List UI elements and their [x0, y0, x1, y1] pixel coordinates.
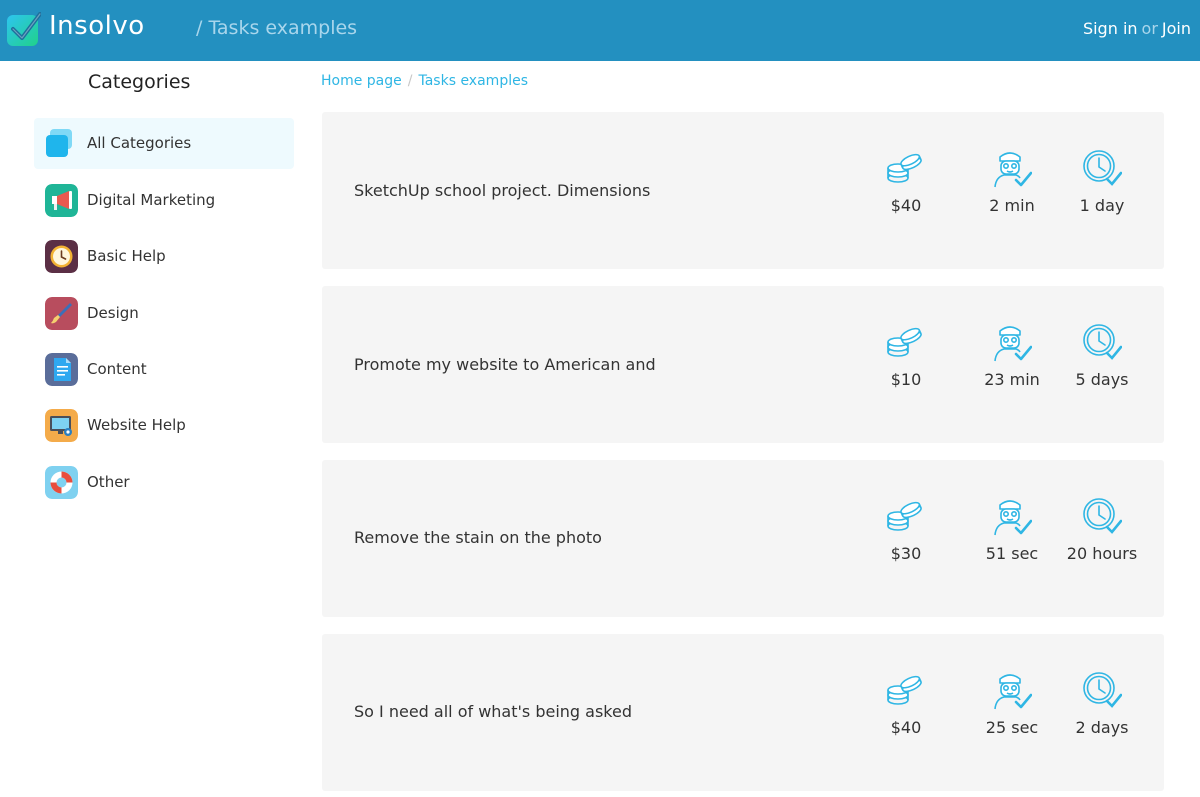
paintbrush-icon	[45, 297, 78, 330]
brand-name[interactable]: Insolvo	[49, 11, 145, 41]
freelancer-check-icon	[994, 152, 1032, 188]
document-icon	[45, 353, 78, 386]
task-price: $10	[856, 323, 956, 389]
sidebar-item-label: Design	[87, 304, 139, 322]
breadcrumb-separator: /	[407, 73, 413, 89]
sidebar-item-digital-marketing[interactable]: Digital Marketing	[34, 175, 294, 226]
coins-icon	[887, 153, 922, 183]
monitor-icon	[45, 409, 78, 442]
task-duration-value: 5 days	[1075, 370, 1129, 389]
task-card[interactable]: SketchUp school project. Dimensions $40	[322, 112, 1164, 269]
freelancer-check-icon	[994, 674, 1032, 710]
sidebar-item-other[interactable]: Other	[34, 457, 294, 508]
freelancer-check-icon	[994, 326, 1032, 362]
task-card[interactable]: Remove the stain on the photo $30 51 sec…	[322, 460, 1164, 617]
task-response-time: 2 min	[962, 149, 1062, 215]
task-title[interactable]: Remove the stain on the photo	[354, 528, 602, 547]
megaphone-icon	[45, 184, 78, 217]
sidebar-item-label: Other	[87, 473, 130, 491]
auth-links: Sign in or Join	[1083, 19, 1191, 38]
page-title: / Tasks examples	[196, 17, 358, 39]
task-price-value: $40	[890, 718, 922, 737]
task-duration-value: 20 hours	[1066, 544, 1138, 563]
task-price: $30	[856, 497, 956, 563]
task-price: $40	[856, 671, 956, 737]
sidebar-item-label: Digital Marketing	[87, 191, 216, 209]
task-response-value: 51 sec	[985, 544, 1039, 563]
coins-icon	[887, 501, 922, 531]
sidebar-item-basic-help[interactable]: Basic Help	[34, 231, 294, 282]
join-link[interactable]: Join	[1162, 19, 1191, 38]
breadcrumb-current-link[interactable]: Tasks examples	[418, 73, 528, 89]
coins-icon	[887, 675, 922, 705]
sidebar-item-design[interactable]: Design	[34, 288, 294, 339]
task-duration-value: 2 days	[1075, 718, 1129, 737]
task-response-time: 25 sec	[962, 671, 1062, 737]
task-title[interactable]: So I need all of what's being asked	[354, 702, 632, 721]
task-duration: 20 hours	[1052, 497, 1152, 563]
sidebar-item-label: Content	[87, 360, 147, 378]
task-response-value: 25 sec	[985, 718, 1039, 737]
task-price-value: $30	[890, 544, 922, 563]
task-duration: 5 days	[1052, 323, 1152, 389]
clock-icon	[45, 240, 78, 273]
sidebar-item-content[interactable]: Content	[34, 344, 294, 395]
auth-separator: or	[1141, 19, 1158, 38]
task-duration: 1 day	[1052, 149, 1152, 215]
sidebar-item-all-categories[interactable]: All Categories	[34, 118, 294, 169]
task-price-value: $10	[890, 370, 922, 389]
task-card[interactable]: Promote my website to American and $10 2…	[322, 286, 1164, 443]
sidebar-item-label: All Categories	[87, 134, 192, 152]
sign-in-link[interactable]: Sign in	[1083, 19, 1138, 38]
task-duration: 2 days	[1052, 671, 1152, 737]
task-response-value: 23 min	[984, 370, 1040, 389]
sidebar-item-label: Basic Help	[87, 247, 166, 265]
task-price-value: $40	[890, 196, 922, 215]
task-title[interactable]: SketchUp school project. Dimensions	[354, 181, 650, 200]
breadcrumb: Home page / Tasks examples	[321, 73, 528, 89]
task-price: $40	[856, 149, 956, 215]
all-categories-icon	[45, 127, 78, 160]
clock-check-icon	[1083, 672, 1122, 708]
lifebuoy-icon	[45, 466, 78, 499]
task-title[interactable]: Promote my website to American and	[354, 355, 656, 374]
sidebar-item-website-help[interactable]: Website Help	[34, 400, 294, 451]
coins-icon	[887, 327, 922, 357]
sidebar-title: Categories	[88, 71, 191, 93]
breadcrumb-home-link[interactable]: Home page	[321, 73, 402, 89]
task-card[interactable]: So I need all of what's being asked $40	[322, 634, 1164, 791]
clock-check-icon	[1083, 150, 1122, 186]
task-response-time: 51 sec	[962, 497, 1062, 563]
task-response-value: 2 min	[989, 196, 1035, 215]
top-header: Insolvo / Tasks examples Sign in or Join	[0, 0, 1200, 61]
clock-check-icon	[1083, 498, 1122, 534]
sidebar-item-label: Website Help	[87, 416, 186, 434]
insolvo-logo-icon[interactable]	[7, 12, 41, 46]
task-duration-value: 1 day	[1079, 196, 1125, 215]
clock-check-icon	[1083, 324, 1122, 360]
freelancer-check-icon	[994, 500, 1032, 536]
task-response-time: 23 min	[962, 323, 1062, 389]
